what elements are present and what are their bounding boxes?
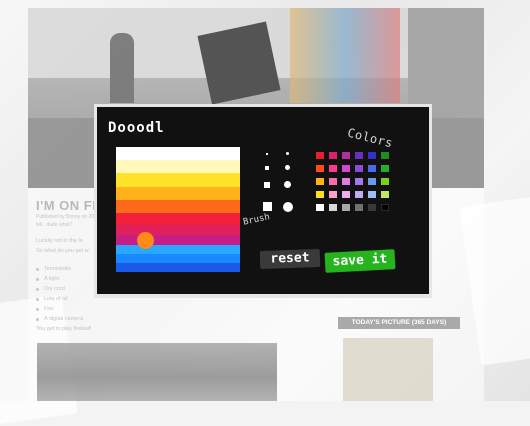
list-item: Fire [36, 304, 83, 314]
canvas-band [116, 200, 240, 213]
sidebar-photo[interactable] [343, 338, 433, 401]
sidebar-widget-title: TODAY'S PICTURE (365 DAYS) [338, 317, 460, 329]
brush-circle-medium[interactable] [285, 165, 290, 170]
post-paragraph: So what do you get w [36, 248, 89, 254]
color-swatch[interactable] [368, 178, 376, 185]
color-swatch[interactable] [381, 191, 389, 198]
canvas-band [116, 225, 240, 235]
color-swatch[interactable] [381, 152, 389, 159]
brush-label: Brush [242, 212, 271, 228]
color-swatch[interactable] [342, 178, 350, 185]
color-swatch[interactable] [316, 152, 324, 159]
color-swatch[interactable] [355, 152, 363, 159]
color-swatch[interactable] [316, 204, 324, 211]
header-photo-billboard [197, 21, 281, 105]
canvas-band [116, 187, 240, 200]
brush-square-xlarge[interactable] [263, 202, 272, 211]
post-meta: Published by Bonny on 20 [36, 214, 95, 220]
color-swatch[interactable] [329, 152, 337, 159]
color-swatch[interactable] [342, 204, 350, 211]
brush-square-medium[interactable] [265, 166, 269, 170]
canvas-band [116, 213, 240, 225]
colors-label: Colors [345, 125, 395, 151]
color-swatch[interactable] [368, 204, 376, 211]
color-swatch[interactable] [329, 191, 337, 198]
brush-circle-small[interactable] [286, 152, 289, 155]
brush-square-large[interactable] [264, 182, 270, 188]
color-swatch[interactable] [355, 191, 363, 198]
color-swatch[interactable] [316, 191, 324, 198]
post-bullet-list: Tennisballs A light Dry cord Lots of oil… [36, 264, 83, 324]
doodle-logo: Dooodl [108, 120, 165, 136]
color-swatch[interactable] [355, 165, 363, 172]
brush-circle-xlarge[interactable] [283, 202, 293, 212]
color-swatch[interactable] [381, 204, 389, 211]
header-photo-mural [290, 8, 400, 103]
post-title[interactable]: I'M ON FI [36, 198, 96, 213]
drawing-canvas[interactable] [116, 147, 240, 272]
list-item: A digital camera [36, 314, 83, 324]
post-meta-tags: tell.. dude what? [36, 222, 73, 228]
canvas-band [116, 263, 240, 272]
color-swatch[interactable] [342, 191, 350, 198]
color-swatch[interactable] [342, 165, 350, 172]
post-paragraph: Luckily not in the lo [36, 238, 83, 244]
canvas-band [116, 254, 240, 263]
color-swatch[interactable] [355, 204, 363, 211]
header-photo-building [408, 8, 484, 118]
color-swatch[interactable] [368, 191, 376, 198]
canvas-band [116, 245, 240, 254]
color-swatch[interactable] [342, 152, 350, 159]
canvas-sun-shape [137, 232, 154, 249]
header-photo-person [110, 33, 134, 103]
color-swatch[interactable] [316, 178, 324, 185]
save-button[interactable]: save it [324, 249, 396, 273]
list-item: Tennisballs [36, 264, 83, 274]
color-swatch[interactable] [368, 152, 376, 159]
color-swatch[interactable] [329, 165, 337, 172]
list-item: Lots of oil [36, 294, 83, 304]
post-photo [37, 343, 277, 401]
canvas-band [116, 147, 240, 160]
canvas-band [116, 173, 240, 187]
list-item: Dry cord [36, 284, 83, 294]
doodle-app: Dooodl Brush Colors reset save it [97, 107, 429, 294]
color-swatch[interactable] [355, 178, 363, 185]
post-paragraph: You get to play fireball! [36, 326, 92, 332]
color-swatch[interactable] [381, 165, 389, 172]
color-swatch[interactable] [381, 178, 389, 185]
brush-square-small[interactable] [266, 153, 268, 155]
reset-button[interactable]: reset [259, 248, 321, 270]
color-swatch[interactable] [329, 204, 337, 211]
canvas-band [116, 235, 240, 245]
color-swatch[interactable] [368, 165, 376, 172]
canvas-band [116, 160, 240, 173]
brush-circle-large[interactable] [284, 181, 291, 188]
color-swatch[interactable] [316, 165, 324, 172]
color-swatch[interactable] [329, 178, 337, 185]
list-item: A light [36, 274, 83, 284]
